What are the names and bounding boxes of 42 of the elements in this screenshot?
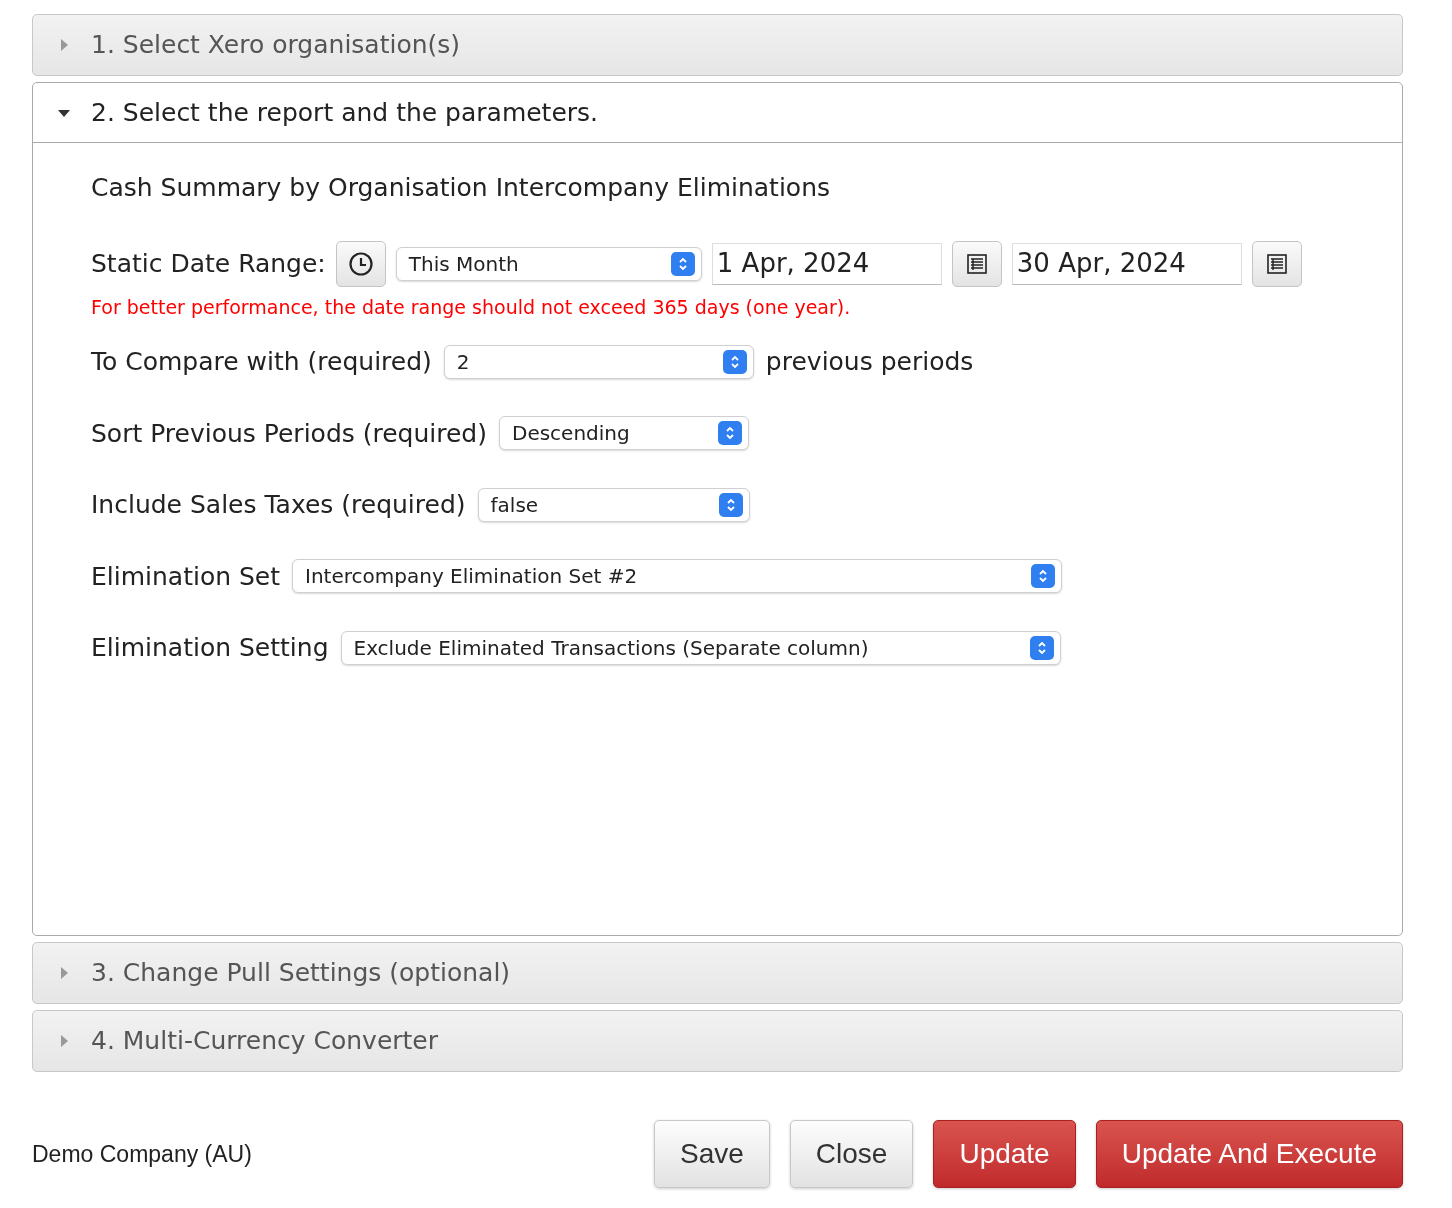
list-icon (1265, 252, 1288, 275)
section-header[interactable]: 1. Select Xero organisation(s) (33, 15, 1402, 75)
dropdown-select[interactable]: Descending (499, 416, 749, 451)
report-title: Cash Summary by Organisation Intercompany Eliminations (91, 172, 831, 204)
action-button[interactable]: Save (654, 1120, 770, 1188)
section-header[interactable]: 2. Select the report and the parameters. (33, 83, 1402, 143)
select-arrows-icon (718, 492, 743, 517)
select-arrows-icon (1031, 564, 1056, 589)
calendar-button[interactable] (1251, 240, 1302, 287)
field-label: Sort Previous Periods (required) (91, 417, 487, 450)
field-label: Elimination Set (91, 560, 281, 593)
field-label: Include Sales Taxes (required) (91, 489, 466, 521)
clock-button[interactable] (335, 240, 386, 287)
field-suffix: previous periods (765, 346, 974, 378)
section-title: 4. Multi-Currency Converter (91, 1025, 439, 1058)
warning-text: For better performance, the date range should not exceed 365 days (one year). (91, 294, 852, 320)
end-date-field[interactable]: 30 Apr, 2024 (1011, 242, 1242, 285)
dropdown-select[interactable]: Intercompany Elimination Set #2 (292, 559, 1063, 594)
select-arrows-icon (670, 251, 695, 276)
clock-icon (347, 250, 374, 277)
select-arrows-icon (722, 349, 747, 374)
action-button[interactable]: Update And Execute (1095, 1120, 1403, 1188)
dropdown-select[interactable]: false (477, 487, 750, 522)
dropdown-select[interactable]: Exclude Eliminated Transactions (Separate column) (340, 630, 1061, 665)
field-label: Static Date Range: (91, 247, 326, 280)
section-header[interactable]: 3. Change Pull Settings (optional) (33, 943, 1402, 1003)
action-button[interactable]: Update (933, 1120, 1076, 1188)
select-arrows-icon (1029, 635, 1054, 660)
section-title: 3. Change Pull Settings (optional) (91, 957, 511, 990)
field-label: To Compare with (required) (91, 346, 432, 378)
dropdown-select[interactable]: 2 (443, 344, 754, 379)
list-icon (965, 252, 988, 275)
start-date-field[interactable]: 1 Apr, 2024 (711, 242, 942, 285)
section-title: 1. Select Xero organisation(s) (91, 29, 461, 62)
field-label: Elimination Setting (91, 632, 329, 664)
section-header[interactable]: 4. Multi-Currency Converter (33, 1011, 1402, 1071)
action-button[interactable]: Close (789, 1120, 914, 1188)
select-arrows-icon (718, 421, 742, 446)
dropdown-select[interactable]: This Month (395, 246, 702, 281)
company-name: Demo Company (AU) (32, 1139, 253, 1169)
calendar-button[interactable] (951, 240, 1002, 287)
section-title: 2. Select the report and the parameters. (91, 96, 599, 129)
